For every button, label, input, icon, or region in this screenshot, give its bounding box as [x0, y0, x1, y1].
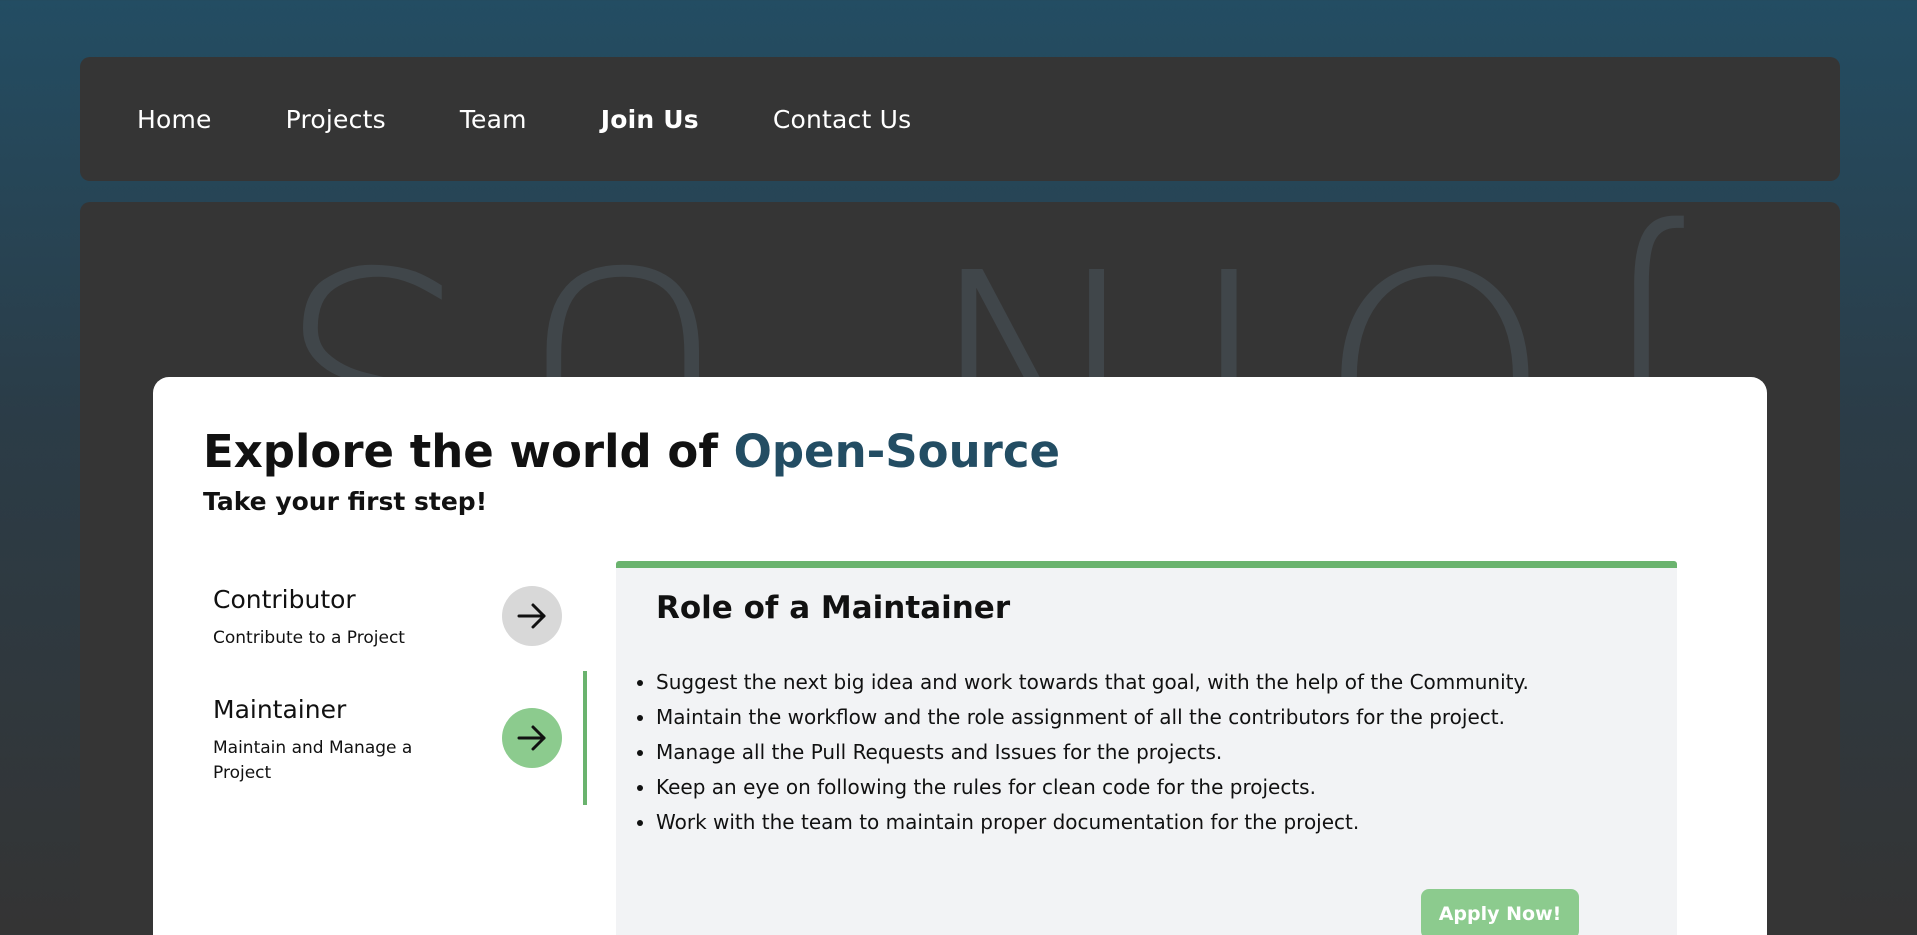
list-item: Maintain the workflow and the role assig…: [637, 700, 1529, 735]
apply-now-button[interactable]: Apply Now!: [1421, 889, 1579, 935]
role-detail-title: Role of a Maintainer: [656, 590, 1010, 626]
nav-item-contact-us[interactable]: Contact Us: [773, 105, 912, 134]
arrow-right-icon: [517, 725, 546, 751]
list-item: Work with the team to maintain proper do…: [637, 805, 1529, 840]
list-item: Suggest the next big idea and work towar…: [637, 665, 1529, 700]
role-detail-panel: Role of a Maintainer Suggest the next bi…: [616, 561, 1677, 935]
nav-item-home[interactable]: Home: [137, 105, 212, 134]
role-detail-title-prefix: Role of a: [656, 590, 821, 626]
duty-list: Suggest the next big idea and work towar…: [637, 665, 1529, 840]
page-title: Explore the world of Open-Source: [203, 425, 1060, 478]
page-title-prefix: Explore the world of: [203, 425, 734, 478]
contributor-arrow-button[interactable]: [502, 586, 562, 646]
role-description: Contribute to a Project: [213, 628, 405, 648]
arrow-right-icon: [517, 603, 546, 629]
nav-item-join-us[interactable]: Join Us: [601, 105, 699, 134]
page-subtitle: Take your first step!: [203, 487, 488, 516]
nav-item-team[interactable]: Team: [460, 105, 527, 134]
role-detail-title-role: Maintainer: [820, 590, 1011, 626]
nav-item-projects[interactable]: Projects: [286, 105, 386, 134]
join-card: Explore the world of Open-Source Take yo…: [153, 377, 1767, 935]
maintainer-arrow-button[interactable]: [502, 708, 562, 768]
active-role-indicator: [583, 671, 587, 805]
list-item: Keep an eye on following the rules for c…: [637, 770, 1529, 805]
navbar: Home Projects Team Join Us Contact Us: [80, 57, 1840, 181]
role-description: Maintain and Manage a Project: [213, 738, 413, 783]
page-title-accent: Open-Source: [733, 425, 1061, 478]
list-item: Manage all the Pull Requests and Issues …: [637, 735, 1529, 770]
